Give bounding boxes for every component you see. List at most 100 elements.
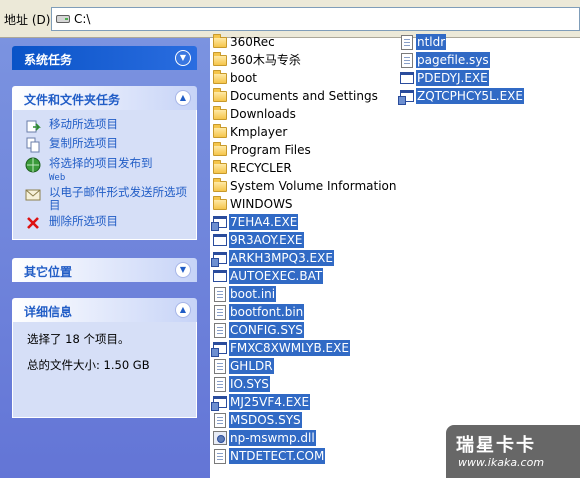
file-name: ARKH3MPQ3.EXE <box>229 250 334 266</box>
file-item[interactable]: IO.SYS <box>212 375 392 393</box>
address-path: C:\ <box>74 12 91 26</box>
task-delete[interactable]: 删除所选项目 <box>13 214 193 229</box>
document-icon <box>212 448 228 464</box>
details-panel: 详细信息 ▲ 选择了 18 个项目。 总的文件大小: 1.50 GB <box>12 298 197 418</box>
executable-icon <box>211 340 228 357</box>
folder-icon <box>212 196 228 212</box>
folder-item[interactable]: WINDOWS <box>212 195 392 213</box>
file-item[interactable]: FMXC8XWMLYB.EXE <box>211 339 392 357</box>
task-publish-web-label: 将选择的项目发布到 <box>49 156 153 170</box>
file-name: boot <box>230 71 258 85</box>
file-item[interactable]: ZQTCPHCY5L.EXE <box>398 87 579 105</box>
file-item[interactable]: PDEDYJ.EXE <box>399 69 579 87</box>
file-name: 7EHA4.EXE <box>229 214 299 230</box>
task-pane: 系统任务 ▼ 文件和文件夹任务 ▲ 移动所选项目 复制所选项目 将选择的项目发布… <box>0 38 210 478</box>
other-places-header[interactable]: 其它位置 ▼ <box>12 258 197 282</box>
file-name: GHLDR <box>229 358 274 374</box>
file-item[interactable]: pagefile.sys <box>399 51 579 69</box>
details-header[interactable]: 详细信息 ▲ <box>12 298 197 322</box>
file-name: System Volume Information <box>230 179 397 193</box>
file-item[interactable]: 9R3AOY.EXE <box>212 231 392 249</box>
file-item[interactable]: ARKH3MPQ3.EXE <box>211 249 392 267</box>
file-name: Downloads <box>230 107 296 121</box>
document-icon <box>212 286 228 302</box>
task-delete-label: 删除所选项目 <box>49 214 118 228</box>
executable-icon <box>399 70 415 86</box>
file-name: PDEDYJ.EXE <box>416 70 489 86</box>
task-move[interactable]: 移动所选项目 <box>13 117 193 133</box>
file-item[interactable]: CONFIG.SYS <box>212 321 392 339</box>
task-copy[interactable]: 复制所选项目 <box>13 136 193 153</box>
file-item[interactable]: NTDETECT.COM <box>212 447 392 465</box>
file-item[interactable]: 7EHA4.EXE <box>211 213 392 231</box>
chevron-down-icon[interactable]: ▼ <box>175 262 191 278</box>
watermark-title: 瑞星卡卡 <box>456 435 536 456</box>
file-name: bootfont.bin <box>229 304 305 320</box>
file-name: IO.SYS <box>229 376 270 392</box>
other-places-title: 其它位置 <box>24 265 73 279</box>
folder-icon <box>212 88 228 104</box>
folder-item[interactable]: Program Files <box>212 141 392 159</box>
copy-icon <box>26 137 40 153</box>
file-item[interactable]: MSDOS.SYS <box>212 411 392 429</box>
system-tasks-header[interactable]: 系统任务 ▼ <box>12 46 197 70</box>
watermark: 瑞星卡卡 www.ikaka.com <box>446 425 580 478</box>
executable-icon <box>211 250 228 267</box>
delete-icon <box>27 217 39 229</box>
file-item[interactable]: MJ25VF4.EXE <box>211 393 392 411</box>
executable-icon <box>211 214 228 231</box>
task-move-label: 移动所选项目 <box>49 117 118 131</box>
address-input[interactable]: C:\ <box>51 7 580 31</box>
folder-icon <box>212 34 228 50</box>
file-item[interactable]: GHLDR <box>212 357 392 375</box>
file-tasks-panel: 文件和文件夹任务 ▲ 移动所选项目 复制所选项目 将选择的项目发布到 Web 以… <box>12 86 197 240</box>
document-icon <box>212 304 228 320</box>
address-label: 地址 (D) <box>4 13 51 27</box>
details-body: 选择了 18 个项目。 总的文件大小: 1.50 GB <box>12 322 197 418</box>
file-name: np-mswmp.dll <box>229 430 316 446</box>
task-email[interactable]: 以电子邮件形式发送所选项目 <box>13 186 193 212</box>
file-tasks-body: 移动所选项目 复制所选项目 将选择的项目发布到 Web 以电子邮件形式发送所选项… <box>12 110 197 240</box>
file-name: NTDETECT.COM <box>229 448 326 464</box>
document-icon <box>212 376 228 392</box>
document-icon <box>399 52 415 68</box>
folder-item[interactable]: RECYCLER <box>212 159 392 177</box>
file-item[interactable]: np-mswmp.dll <box>212 429 392 447</box>
executable-icon <box>212 232 228 248</box>
details-title: 详细信息 <box>24 305 73 319</box>
folder-item[interactable]: boot <box>212 69 392 87</box>
move-icon <box>26 120 41 133</box>
system-tasks-panel: 系统任务 ▼ <box>12 46 197 70</box>
document-icon <box>212 358 228 374</box>
folder-item[interactable]: System Volume Information <box>212 177 396 195</box>
file-name: Program Files <box>230 143 311 157</box>
folder-item[interactable]: Kmplayer <box>212 123 392 141</box>
folder-item[interactable]: 360木马专杀 <box>212 51 392 69</box>
task-copy-label: 复制所选项目 <box>49 136 118 150</box>
details-total-size: 总的文件大小: 1.50 GB <box>27 358 150 372</box>
chevron-down-icon[interactable]: ▼ <box>175 50 191 66</box>
task-publish-web[interactable]: 将选择的项目发布到 Web <box>13 157 193 185</box>
file-item[interactable]: bootfont.bin <box>212 303 392 321</box>
folder-item[interactable]: Documents and Settings <box>212 87 392 105</box>
chevron-up-icon[interactable]: ▲ <box>175 302 191 318</box>
file-name: Documents and Settings <box>230 89 378 103</box>
system-tasks-title: 系统任务 <box>24 53 73 67</box>
file-name: MSDOS.SYS <box>229 412 302 428</box>
folder-item[interactable]: 360Rec <box>212 33 392 51</box>
details-selected-count: 选择了 18 个项目。 <box>27 332 130 346</box>
folder-icon <box>212 70 228 86</box>
file-tasks-header[interactable]: 文件和文件夹任务 ▲ <box>12 86 197 110</box>
file-item[interactable]: boot.ini <box>212 285 392 303</box>
file-item[interactable]: AUTOEXEC.BAT <box>212 267 392 285</box>
file-item[interactable]: ntldr <box>399 33 579 51</box>
chevron-up-icon[interactable]: ▲ <box>175 90 191 106</box>
task-email-label: 以电子邮件形式发送所选项目 <box>49 185 187 212</box>
file-name: ZQTCPHCY5L.EXE <box>416 88 524 104</box>
folder-item[interactable]: Downloads <box>212 105 392 123</box>
email-icon <box>25 189 41 201</box>
file-list: 360Rec 360木马专杀 boot Documents and Settings D… <box>210 34 580 478</box>
web-publish-icon <box>25 157 41 173</box>
file-name: 9R3AOY.EXE <box>229 232 304 248</box>
file-name: pagefile.sys <box>416 52 490 68</box>
